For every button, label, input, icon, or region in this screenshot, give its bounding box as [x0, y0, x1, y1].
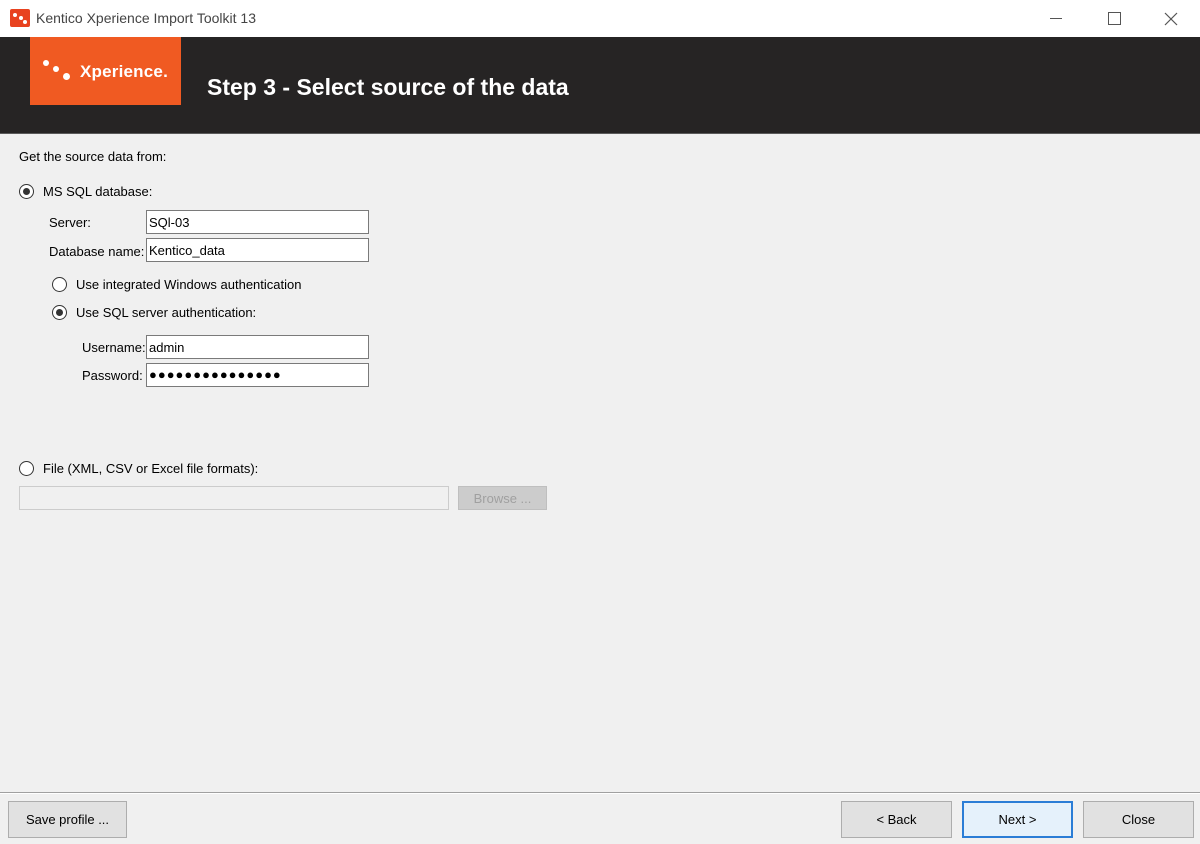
app-icon [10, 9, 30, 27]
username-input[interactable]: admin [146, 335, 369, 359]
browse-button[interactable]: Browse ... [458, 486, 547, 510]
minimize-button[interactable] [1027, 0, 1085, 37]
file-radio[interactable] [19, 461, 34, 476]
ms-sql-radio[interactable] [19, 184, 34, 199]
password-label: Password: [82, 368, 143, 383]
header-banner: Xperience. Step 3 - Select source of the… [0, 37, 1200, 134]
save-profile-button[interactable]: Save profile ... [8, 801, 127, 838]
logo-text: Xperience. [80, 62, 168, 81]
windows-auth-label: Use integrated Windows authentication [76, 277, 302, 292]
password-input[interactable]: ●●●●●●●●●●●●●●● [146, 363, 369, 387]
windows-auth-radio[interactable] [52, 277, 67, 292]
step-title: Step 3 - Select source of the data [207, 74, 569, 100]
database-name-label: Database name: [49, 244, 145, 259]
server-input[interactable]: SQl-03 [146, 210, 369, 234]
xperience-logo: Xperience. [30, 37, 181, 105]
close-icon [1164, 12, 1178, 26]
username-label: Username: [82, 340, 146, 355]
source-label: Get the source data from: [19, 149, 167, 164]
window-titlebar: Kentico Xperience Import Toolkit 13 [0, 0, 1200, 37]
close-window-button[interactable] [1142, 0, 1200, 37]
server-label: Server: [49, 215, 91, 230]
ms-sql-label: MS SQL database: [43, 184, 153, 199]
database-name-input[interactable]: Kentico_data [146, 238, 369, 262]
maximize-button[interactable] [1085, 0, 1143, 37]
sql-auth-radio[interactable] [52, 305, 67, 320]
next-button[interactable]: Next > [962, 801, 1073, 838]
window-title: Kentico Xperience Import Toolkit 13 [36, 10, 256, 26]
file-path-input[interactable] [19, 486, 449, 510]
file-label: File (XML, CSV or Excel file formats): [43, 461, 259, 476]
close-button[interactable]: Close [1083, 801, 1194, 838]
sql-auth-label: Use SQL server authentication: [76, 305, 257, 320]
back-button[interactable]: < Back [841, 801, 952, 838]
